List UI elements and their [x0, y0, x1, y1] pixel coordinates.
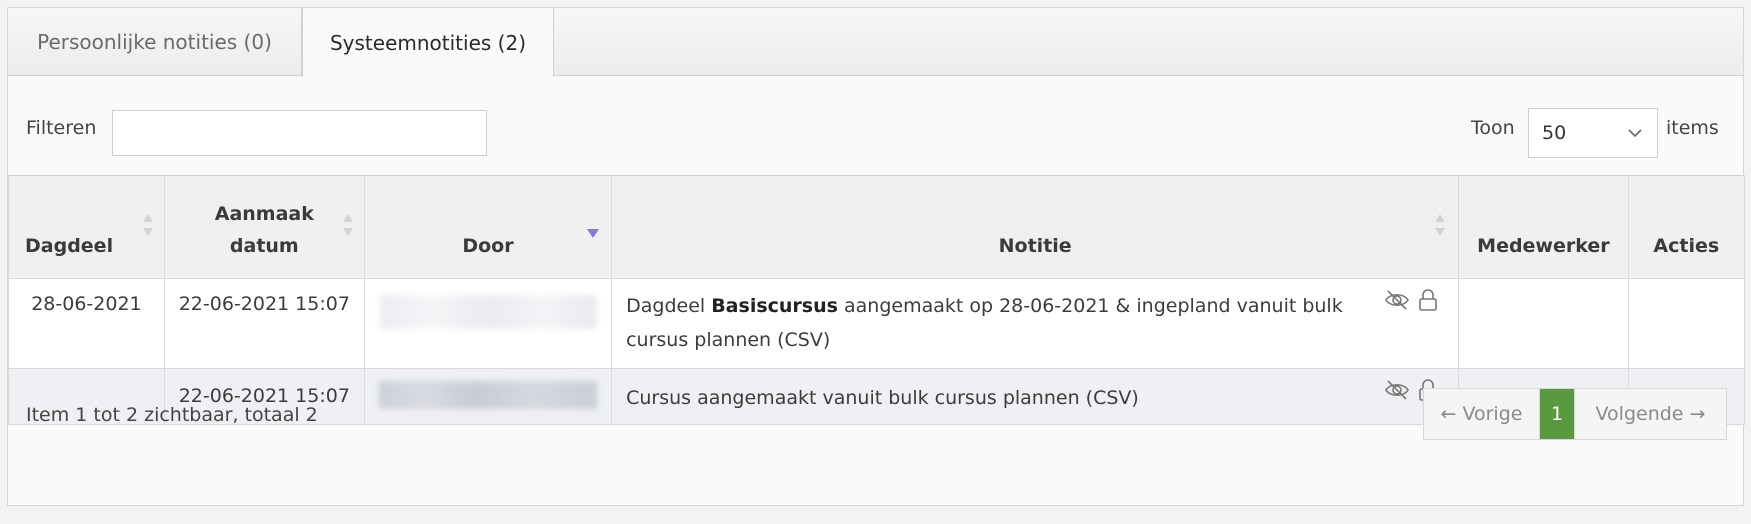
tab-label: Systeemnotities (2): [329, 30, 526, 55]
sort-icon: [142, 214, 153, 236]
cell-door: [363, 278, 613, 369]
table-row: 28-06-2021 22-06-2021 15:07 Dagdeel Basi…: [8, 278, 1746, 369]
current-page-button[interactable]: 1: [1540, 389, 1574, 439]
header-label: datum: [229, 235, 299, 257]
cell-notitie: Dagdeel Basiscursus aangemaakt op 28-06-…: [611, 278, 1460, 369]
sort-desc-icon: [587, 229, 600, 238]
col-header-dagdeel[interactable]: Dagdeel: [8, 175, 165, 279]
sort-icon: [1435, 214, 1446, 236]
header-label: Notitie: [998, 235, 1072, 257]
filter-label: Filteren: [26, 117, 97, 139]
hidden-eye-icon[interactable]: [1384, 289, 1410, 311]
note-icons: [1384, 289, 1438, 311]
hidden-eye-icon[interactable]: [1384, 379, 1410, 401]
table-header-row: Dagdeel Aanmaak datum Door Notitie Medew…: [8, 175, 1746, 279]
redacted-name: [378, 295, 598, 329]
note-text: Dagdeel: [626, 295, 712, 317]
header-label: Door: [462, 235, 514, 257]
cell-aanmaakdatum: 22-06-2021 15:07: [163, 278, 365, 369]
header-label: Medewerker: [1477, 235, 1610, 257]
next-page-button[interactable]: Volgende →: [1574, 389, 1726, 439]
filter-bar: Filteren Toon 50 items: [8, 77, 1743, 175]
tab-personal-notes[interactable]: Persoonlijke notities (0): [8, 8, 302, 76]
cell-door: [363, 368, 613, 425]
chevron-down-icon: [1628, 129, 1642, 138]
col-header-medewerker: Medewerker: [1458, 175, 1629, 279]
col-header-aanmaakdatum[interactable]: Aanmaak datum: [163, 175, 365, 279]
note-bold: Basiscursus: [711, 295, 838, 317]
cell-acties: [1627, 278, 1746, 369]
cell-notitie: Cursus aangemaakt vanuit bulk cursus pla…: [611, 368, 1460, 425]
notes-panel: Persoonlijke notities (0) Systeemnotitie…: [7, 7, 1746, 506]
redacted-name: [378, 381, 598, 409]
filter-input[interactable]: [112, 110, 487, 156]
pagination-summary: Item 1 tot 2 zichtbaar, totaal 2: [26, 404, 318, 426]
tab-system-notes[interactable]: Systeemnotities (2): [302, 8, 554, 77]
col-header-notitie[interactable]: Notitie: [611, 175, 1460, 279]
items-label: items: [1666, 117, 1719, 139]
lock-icon[interactable]: [1418, 289, 1438, 311]
page-size-label: Toon: [1471, 117, 1515, 139]
note-text: Cursus aangemaakt vanuit bulk cursus pla…: [626, 387, 1139, 409]
tab-bar: Persoonlijke notities (0) Systeemnotitie…: [8, 8, 1743, 77]
cell-medewerker: [1458, 278, 1629, 369]
cell-dagdeel: 28-06-2021: [8, 278, 165, 369]
page-size-value: 50: [1542, 122, 1567, 144]
header-label: Aanmaak: [214, 203, 314, 225]
tab-label: Persoonlijke notities (0): [37, 30, 272, 54]
pagination: ← Vorige 1 Volgende →: [1423, 388, 1727, 440]
header-label: Acties: [1653, 235, 1720, 257]
col-header-door[interactable]: Door: [363, 175, 613, 279]
prev-page-button[interactable]: ← Vorige: [1424, 389, 1540, 439]
col-header-acties: Acties: [1627, 175, 1746, 279]
sort-icon: [342, 214, 353, 236]
page-size-select[interactable]: 50: [1528, 108, 1658, 158]
